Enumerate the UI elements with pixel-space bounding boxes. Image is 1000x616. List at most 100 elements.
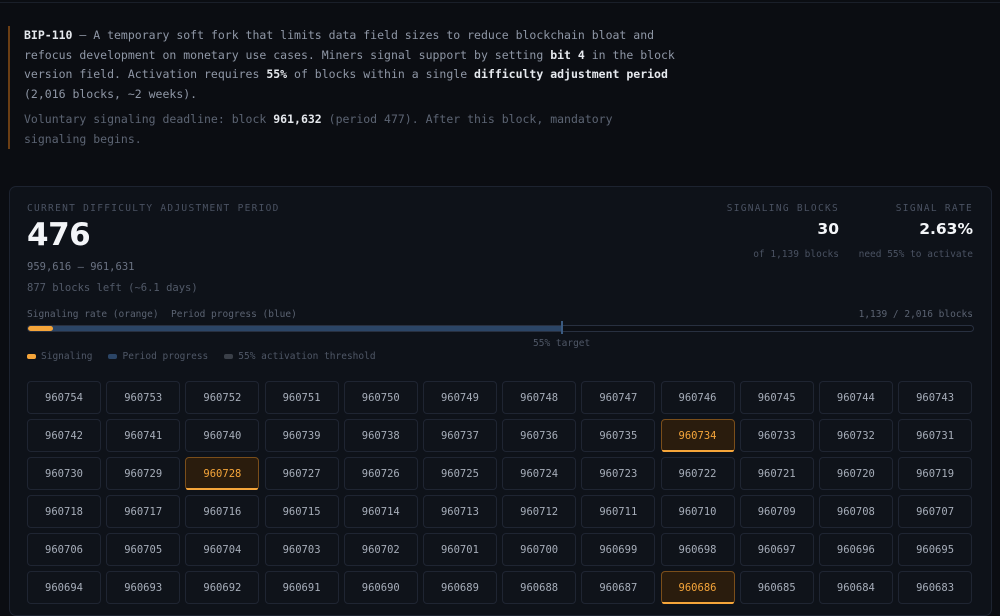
block-cell[interactable]: 960733	[739, 419, 814, 452]
block-cell[interactable]: 960693	[106, 571, 181, 604]
block-cell[interactable]: 960752	[185, 381, 260, 414]
period-card: CURRENT DIFFICULTY ADJUSTMENT PERIOD 476…	[9, 186, 992, 616]
signal-rate-sub: need 55% to activate	[858, 249, 973, 260]
block-cell[interactable]: 960732	[818, 419, 893, 452]
block-cell[interactable]: 960726	[343, 457, 418, 490]
block-cell[interactable]: 960727	[264, 457, 339, 490]
block-cell[interactable]: 960724	[502, 457, 577, 490]
block-cell[interactable]: 960706	[27, 533, 101, 566]
legend-period: Period progress	[108, 351, 208, 362]
block-cell[interactable]: 960704	[185, 533, 260, 566]
block-cell[interactable]: 960749	[422, 381, 497, 414]
block-cell[interactable]: 960751	[264, 381, 339, 414]
period-label: CURRENT DIFFICULTY ADJUSTMENT PERIOD	[27, 203, 280, 214]
period-number: 476	[27, 217, 91, 253]
block-cell[interactable]: 960740	[185, 419, 260, 452]
block-cell[interactable]: 960753	[106, 381, 181, 414]
summary-text-3: of blocks within a single	[287, 67, 475, 81]
bip-description: BIP-110 — A temporary soft fork that lim…	[8, 26, 678, 149]
block-cell[interactable]: 960741	[106, 419, 181, 452]
block-cell[interactable]: 960699	[581, 533, 656, 566]
block-cell[interactable]: 960714	[343, 495, 418, 528]
block-cell[interactable]: 960694	[27, 571, 101, 604]
signaling-blocks-label: SIGNALING BLOCKS	[726, 203, 839, 214]
block-cell[interactable]: 960744	[818, 381, 893, 414]
block-cell[interactable]: 960685	[739, 571, 814, 604]
block-cell[interactable]: 960703	[264, 533, 339, 566]
block-cell[interactable]: 960746	[660, 381, 735, 414]
bip-summary: BIP-110 — A temporary soft fork that lim…	[24, 26, 678, 104]
block-cell[interactable]: 960709	[739, 495, 814, 528]
bip-name: BIP-110	[24, 28, 73, 42]
block-cell[interactable]: 960720	[818, 457, 893, 490]
block-cell[interactable]: 960716	[185, 495, 260, 528]
block-cell[interactable]: 960730	[27, 457, 101, 490]
block-cell[interactable]: 960754	[27, 381, 101, 414]
block-cell-signaling[interactable]: 960686	[660, 571, 735, 604]
block-cell[interactable]: 960692	[185, 571, 260, 604]
block-cell[interactable]: 960721	[739, 457, 814, 490]
deadline-text-1: Voluntary signaling deadline: block	[24, 112, 274, 126]
block-cell[interactable]: 960747	[581, 381, 656, 414]
block-cell-signaling[interactable]: 960734	[660, 419, 735, 452]
block-cell[interactable]: 960737	[422, 419, 497, 452]
block-cell[interactable]: 960719	[898, 457, 973, 490]
legend-threshold-label: 55% activation threshold	[238, 351, 376, 362]
block-cell[interactable]: 960736	[502, 419, 577, 452]
block-cell[interactable]: 960710	[660, 495, 735, 528]
period-progress-fill	[28, 326, 562, 331]
blocks-left: 877 blocks left (~6.1 days)	[27, 282, 198, 294]
block-cell[interactable]: 960697	[739, 533, 814, 566]
block-cell[interactable]: 960711	[581, 495, 656, 528]
block-cell[interactable]: 960718	[27, 495, 101, 528]
block-cell[interactable]: 960700	[502, 533, 577, 566]
block-cell[interactable]: 960742	[27, 419, 101, 452]
block-cell[interactable]: 960725	[422, 457, 497, 490]
block-cell[interactable]: 960698	[660, 533, 735, 566]
block-cell[interactable]: 960690	[343, 571, 418, 604]
block-cell[interactable]: 960743	[898, 381, 973, 414]
block-cell[interactable]: 960683	[898, 571, 973, 604]
block-cell[interactable]: 960717	[106, 495, 181, 528]
block-cell[interactable]: 960738	[343, 419, 418, 452]
block-cell[interactable]: 960750	[343, 381, 418, 414]
period-progress-bar-label: Period progress (blue)	[171, 309, 297, 320]
block-cell[interactable]: 960687	[581, 571, 656, 604]
deadline-block: 961,632	[273, 112, 322, 126]
block-cell[interactable]: 960735	[581, 419, 656, 452]
block-cell[interactable]: 960696	[818, 533, 893, 566]
signaling-rate-fill	[28, 326, 53, 331]
block-cell[interactable]: 960712	[502, 495, 577, 528]
block-cell[interactable]: 960705	[106, 533, 181, 566]
block-cell[interactable]: 960715	[264, 495, 339, 528]
block-cell[interactable]: 960701	[422, 533, 497, 566]
legend-signaling: Signaling	[27, 351, 92, 362]
block-cell[interactable]: 960684	[818, 571, 893, 604]
signal-bit: bit 4	[550, 47, 585, 62]
block-cell[interactable]: 960689	[422, 571, 497, 604]
block-cell[interactable]: 960688	[502, 571, 577, 604]
block-cell[interactable]: 960707	[898, 495, 973, 528]
threshold-swatch	[224, 354, 234, 359]
block-cell[interactable]: 960695	[898, 533, 973, 566]
top-divider	[0, 0, 1000, 3]
block-grid: 960754 960753 960752 960751 960750 960749 9607…	[27, 381, 973, 604]
block-cell[interactable]: 960723	[581, 457, 656, 490]
block-cell[interactable]: 960748	[502, 381, 577, 414]
signaling-swatch	[27, 354, 36, 359]
block-cell[interactable]: 960702	[343, 533, 418, 566]
block-cell[interactable]: 960713	[422, 495, 497, 528]
block-cell[interactable]: 960708	[818, 495, 893, 528]
block-cell[interactable]: 960722	[660, 457, 735, 490]
block-cell[interactable]: 960731	[898, 419, 973, 452]
block-cell[interactable]: 960729	[106, 457, 181, 490]
signaling-blocks-sub: of 1,139 blocks	[753, 249, 839, 260]
block-cell[interactable]: 960739	[264, 419, 339, 452]
block-cell-signaling[interactable]: 960728	[185, 457, 260, 490]
block-cell[interactable]: 960745	[739, 381, 814, 414]
block-cell[interactable]: 960691	[264, 571, 339, 604]
legend-signaling-label: Signaling	[41, 351, 93, 362]
progress-legend: Signaling Period progress 55% activation…	[27, 351, 376, 362]
signaling-blocks-value: 30	[817, 220, 839, 238]
activation-target-marker	[561, 321, 564, 334]
